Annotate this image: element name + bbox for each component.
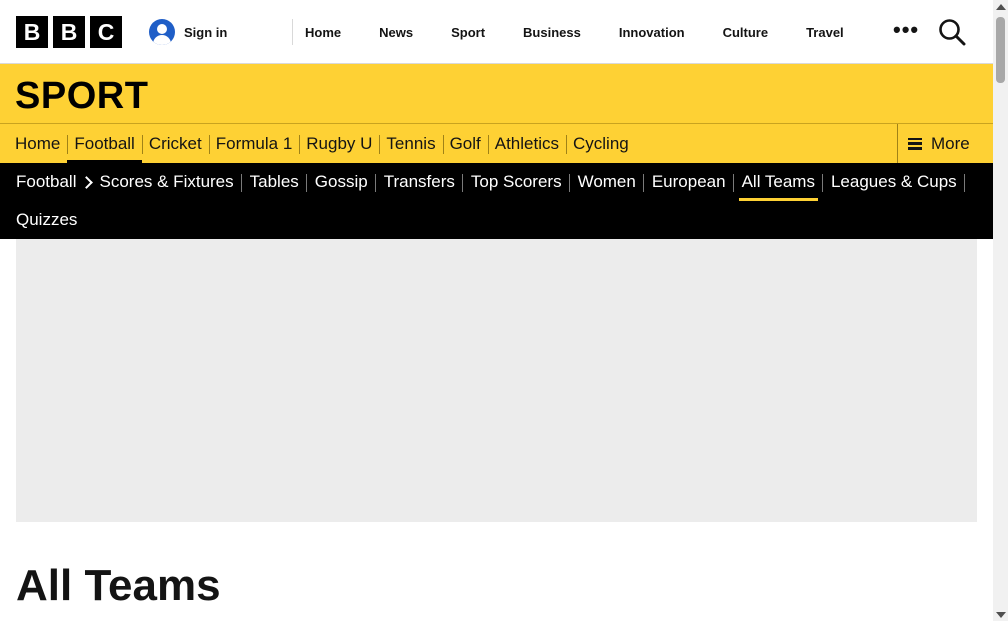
secondary-nav-scores-fixtures[interactable]: Scores & Fixtures: [99, 163, 242, 201]
more-menu-button[interactable]: More: [897, 124, 993, 163]
secondary-nav-leagues-cups[interactable]: Leagues & Cups: [823, 163, 965, 201]
global-link-news[interactable]: News: [379, 25, 413, 40]
page-title: All Teams: [16, 561, 221, 610]
secondary-nav-top-scorers[interactable]: Top Scorers: [463, 163, 570, 201]
sport-title[interactable]: SPORT: [15, 75, 148, 118]
user-account-icon: [149, 19, 175, 45]
global-links: Home News Sport Business Innovation Cult…: [305, 0, 882, 64]
sport-nav-item-rugby-union[interactable]: Rugby U: [299, 124, 379, 163]
bbc-logo-letter: B: [53, 16, 85, 48]
bbc-logo-letter: B: [16, 16, 48, 48]
sign-in-label: Sign in: [184, 24, 228, 40]
secondary-nav-transfers[interactable]: Transfers: [376, 163, 464, 201]
hamburger-icon: [908, 137, 922, 150]
sport-nav-item-athletics[interactable]: Athletics: [487, 124, 566, 163]
chevron-right-icon: [80, 175, 94, 189]
global-link-innovation[interactable]: Innovation: [619, 25, 685, 40]
secondary-nav-tables[interactable]: Tables: [242, 163, 307, 201]
secondary-nav-women[interactable]: Women: [570, 163, 645, 201]
advert-placeholder: [16, 239, 977, 522]
sport-nav-item-golf[interactable]: Golf: [442, 124, 488, 163]
secondary-nav-european[interactable]: European: [644, 163, 734, 201]
bbc-logo[interactable]: B B C: [16, 16, 122, 48]
global-link-home[interactable]: Home: [305, 25, 341, 40]
more-label: More: [931, 133, 970, 153]
sport-nav-item-home[interactable]: Home: [8, 124, 67, 163]
global-link-culture[interactable]: Culture: [723, 25, 769, 40]
football-secondary-nav: Football Scores & Fixtures Tables Gossip…: [0, 163, 993, 239]
global-link-business[interactable]: Business: [523, 25, 581, 40]
sport-nav-item-tennis[interactable]: Tennis: [379, 124, 442, 163]
ellipsis-icon[interactable]: •••: [893, 19, 919, 41]
sport-primary-nav: Home Football Cricket Formula 1 Rugby U …: [0, 124, 993, 163]
global-link-travel[interactable]: Travel: [806, 25, 844, 40]
secondary-nav-quizzes[interactable]: Quizzes: [8, 201, 85, 239]
secondary-nav-all-teams[interactable]: All Teams: [734, 163, 824, 201]
scroll-up-arrow-icon[interactable]: [996, 4, 1006, 10]
sport-nav-item-cricket[interactable]: Cricket: [141, 124, 209, 163]
vertical-scrollbar[interactable]: [993, 0, 1008, 621]
scrollbar-thumb[interactable]: [996, 17, 1005, 83]
global-navigation: B B C Sign in Home News Sport Business I…: [0, 0, 993, 64]
secondary-nav-gossip[interactable]: Gossip: [307, 163, 376, 201]
sign-in-button[interactable]: Sign in: [149, 19, 227, 45]
sport-masthead: SPORT: [0, 64, 993, 124]
sport-nav-item-cycling[interactable]: Cycling: [566, 124, 636, 163]
sport-nav-item-football[interactable]: Football: [67, 124, 143, 163]
global-link-sport[interactable]: Sport: [451, 25, 485, 40]
bbc-logo-letter: C: [90, 16, 122, 48]
secondary-nav-section-football[interactable]: Football: [8, 163, 76, 201]
header-divider: [292, 19, 293, 45]
scroll-down-arrow-icon[interactable]: [996, 612, 1006, 618]
search-icon[interactable]: [938, 18, 966, 46]
sport-nav-item-formula-1[interactable]: Formula 1: [208, 124, 300, 163]
